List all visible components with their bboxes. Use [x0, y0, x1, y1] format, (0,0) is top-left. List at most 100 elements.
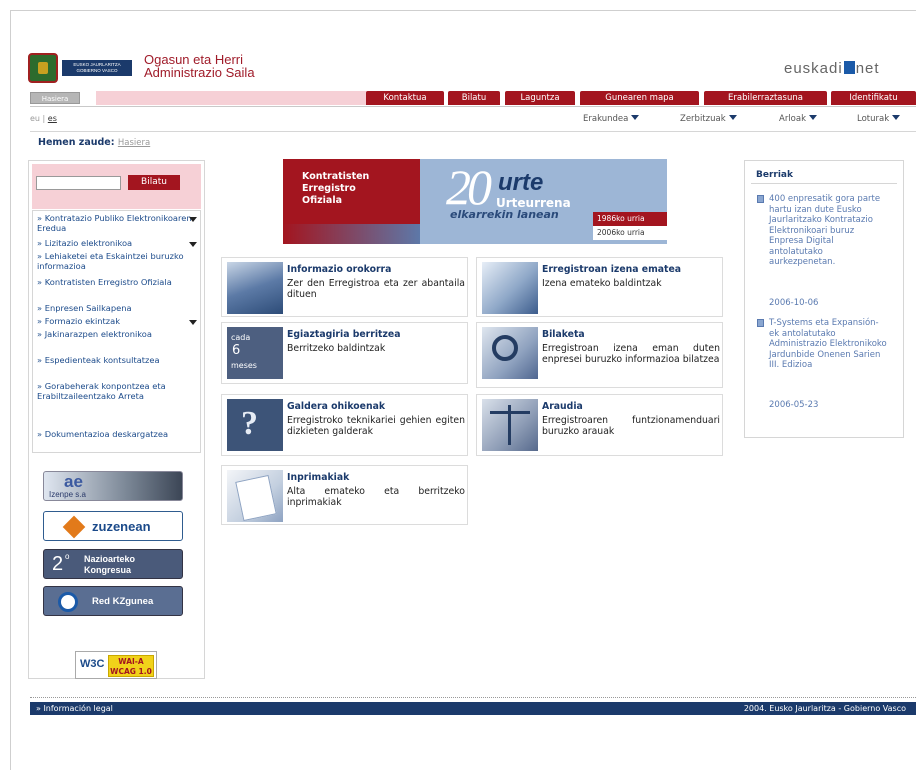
left-menu-item[interactable]: » Kontratisten Erregistro Ofiziala	[37, 277, 197, 288]
left-menu-item-label: » Lizitazio elektronikoa	[37, 238, 133, 248]
search-input[interactable]	[36, 176, 121, 190]
banner-line1: Kontratisten	[302, 171, 370, 182]
left-menu-item[interactable]: » Dokumentazioa deskargatzea	[37, 429, 197, 440]
nav-loturak[interactable]: Loturak	[857, 114, 901, 124]
left-menu-item[interactable]: » Espedienteak kontsultatzea	[37, 355, 197, 366]
kzgunea-logo-icon	[58, 592, 78, 612]
divider	[30, 131, 916, 132]
banner-date-start: 1986ko urria	[593, 212, 667, 226]
chevron-down-icon	[728, 115, 737, 120]
nav-arloak-label: Arloak	[779, 114, 807, 124]
tab-erabilerraztasuna[interactable]: Erabilerraztasuna	[704, 91, 827, 105]
card-egiaztagiria-berritzea[interactable]: cada 6 meses Egiaztagiria berritzea Berr…	[221, 322, 468, 384]
document-sheet	[235, 474, 277, 522]
breadcrumb-home-link[interactable]: Hasiera	[118, 138, 150, 148]
lang-es[interactable]: es	[48, 114, 57, 123]
left-menu-item[interactable]: » Jakinarazpen elektronikoa	[37, 329, 197, 340]
card-izena-ematea[interactable]: Erregistroan izena ematea Izena emateko …	[476, 257, 723, 317]
left-menu-item-label: » Enpresen Sailkapena	[37, 303, 132, 313]
home-button[interactable]: Hasiera	[30, 92, 80, 104]
card-description: Berritzeko baldintzak	[287, 343, 386, 354]
chevron-down-icon	[809, 115, 818, 120]
wai-label: WAI-A	[118, 657, 144, 666]
banner-gradient	[283, 224, 420, 244]
tab-kontaktua[interactable]: Kontaktua	[366, 91, 444, 105]
left-menu-item[interactable]: » Gorabeherak konpontzea eta Erabiltzail…	[37, 381, 197, 401]
search-button[interactable]: Bilatu	[128, 175, 180, 190]
euskadi-net-logo[interactable]: euskadi net	[784, 60, 880, 77]
news-item-text[interactable]: 400 enpresatik gora parte hartu izan dut…	[757, 194, 887, 268]
chevron-down-icon	[892, 115, 901, 120]
card-title[interactable]: Erregistroan izena ematea	[542, 264, 681, 275]
chevron-down-icon[interactable]	[189, 242, 197, 247]
news-title: Berriak	[751, 166, 897, 184]
kongresua-ordinal: o	[65, 552, 70, 561]
card-title[interactable]: Araudia	[542, 401, 583, 412]
chevron-down-icon[interactable]	[189, 320, 197, 325]
card-description: Erregistroan izena eman duten enpresei b…	[542, 343, 720, 365]
card-title[interactable]: Bilaketa	[542, 329, 585, 340]
question-mark-icon: ?	[227, 399, 283, 451]
tab-gunearen-mapa[interactable]: Gunearen mapa	[580, 91, 699, 105]
card-title[interactable]: Inprimakiak	[287, 472, 349, 483]
left-menu-item-label: » Jakinarazpen elektronikoa	[37, 329, 152, 339]
card-araudia[interactable]: Araudia Erregistroaren funtzionamenduari…	[476, 394, 723, 456]
card-description: Erregistroaren funtzionamenduari buruzko…	[542, 415, 720, 437]
tab-laguntza[interactable]: Laguntza	[505, 91, 575, 105]
thumb-cada: cada	[231, 333, 251, 342]
zuzenean-banner[interactable]: zuzenean	[43, 511, 183, 541]
left-menu-item-label: » Espedienteak kontsultatzea	[37, 355, 160, 365]
kongresua-banner[interactable]: 2 o Nazioarteko Kongresua	[43, 549, 183, 579]
banner-big-number: 20	[446, 159, 492, 215]
left-menu-item[interactable]: » Enpresen Sailkapena	[37, 303, 197, 314]
kongresua-number: 2	[52, 553, 64, 575]
left-menu-item-label: » Formazio ekintzak	[37, 316, 121, 326]
wai-a-badge[interactable]: W3C WAI-A WCAG 1.0	[75, 651, 157, 679]
card-description: Zer den Erregistroa eta zer abantaila di…	[287, 278, 465, 300]
nav-loturak-label: Loturak	[857, 114, 890, 124]
tab-identifikatu[interactable]: Identifikatu	[831, 91, 916, 105]
card-title[interactable]: Informazio orokorra	[287, 264, 391, 275]
lang-separator: |	[42, 114, 46, 123]
card-inprimakiak[interactable]: Inprimakiak Alta emateko eta berritzeko …	[221, 465, 468, 525]
news-item[interactable]: 400 enpresatik gora parte hartu izan dut…	[757, 194, 887, 268]
chevron-down-icon[interactable]	[189, 217, 197, 222]
search-box: Bilatu	[32, 164, 201, 209]
card-description: Erregistroko teknikariei gehien egiten d…	[287, 415, 465, 437]
government-logo[interactable]: EUSKO JAURLARITZA GOBIERNO VASCO	[28, 53, 138, 83]
tab-bilatu[interactable]: Bilatu	[448, 91, 500, 105]
banner-line2: Erregistro	[302, 183, 356, 194]
nav-arloak[interactable]: Arloak	[779, 114, 818, 124]
footer-bar: » Información legal 2004. Eusko Jaurlari…	[30, 702, 916, 715]
banner-registry-title: Kontratisten Erregistro Ofiziala	[283, 159, 420, 224]
thumb-number: 6	[232, 343, 241, 358]
nav-zerbitzuak[interactable]: Zerbitzuak	[680, 114, 737, 124]
left-menu-item[interactable]: » Lizitazio elektronikoa	[37, 238, 197, 249]
izenpe-logo-icon: ae	[64, 472, 83, 491]
zuzenean-label: zuzenean	[92, 519, 151, 534]
left-menu: » Kontratazio Publiko Elektronikoaren Er…	[32, 210, 201, 453]
lang-eu[interactable]: eu	[30, 114, 40, 123]
anniversary-banner[interactable]: Kontratisten Erregistro Ofiziala 20 urte…	[283, 159, 667, 244]
left-menu-item[interactable]: » Formazio ekintzak	[37, 316, 197, 327]
document-icon	[757, 319, 764, 327]
legal-info-link[interactable]: » Información legal	[36, 702, 113, 715]
kongresua-label: Nazioarteko Kongresua	[84, 554, 136, 575]
kzgunea-banner[interactable]: Red KZgunea	[43, 586, 183, 616]
scales-icon	[482, 399, 538, 451]
nav-erakundea[interactable]: Erakundea	[583, 114, 640, 124]
left-menu-item[interactable]: » Kontratazio Publiko Elektronikoaren Er…	[37, 213, 197, 233]
w3c-logo-icon: W3C	[80, 658, 105, 670]
left-menu-item[interactable]: » Lehiaketei eta Eskaintzei buruzko info…	[37, 251, 197, 271]
card-galdera-ohikoenak[interactable]: ? Galdera ohikoenak Erregistroko teknika…	[221, 394, 468, 456]
news-item-text[interactable]: T-Systems eta Expansión-ek antolatutako …	[757, 318, 887, 371]
card-title[interactable]: Galdera ohikoenak	[287, 401, 385, 412]
card-informazio-orokorra[interactable]: Informazio orokorra Zer den Erregistroa …	[221, 257, 468, 317]
euskadi-logo-text: euskadi	[784, 60, 843, 77]
news-item[interactable]: T-Systems eta Expansión-ek antolatutako …	[757, 318, 887, 371]
wcag-badge: WAI-A WCAG 1.0	[108, 655, 154, 677]
card-title[interactable]: Egiaztagiria berritzea	[287, 329, 400, 340]
department-title[interactable]: Ogasun eta Herri Administrazio Saila	[144, 53, 255, 79]
izenpe-banner[interactable]: ae Izenpe s.a	[43, 471, 183, 501]
card-bilaketa[interactable]: Bilaketa Erregistroan izena eman duten e…	[476, 322, 723, 388]
